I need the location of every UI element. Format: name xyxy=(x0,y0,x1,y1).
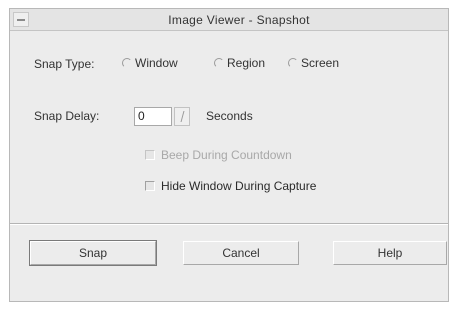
snap-delay-unit: Seconds xyxy=(206,109,253,123)
beep-during-countdown-checkbox[interactable]: Beep During Countdown xyxy=(145,148,292,162)
radio-button-icon xyxy=(214,58,224,68)
snap-button[interactable]: Snap xyxy=(29,240,157,266)
window-menu-icon xyxy=(17,19,25,21)
radio-button-icon xyxy=(122,58,132,68)
radio-region-label: Region xyxy=(227,56,266,70)
radio-screen[interactable]: Screen xyxy=(288,56,339,70)
snap-type-label: Snap Type: xyxy=(34,57,95,71)
cancel-button[interactable]: Cancel xyxy=(183,241,299,265)
beep-during-countdown-label: Beep During Countdown xyxy=(161,148,292,162)
snap-delay-spinner[interactable] xyxy=(174,107,190,126)
button-separator xyxy=(10,223,448,225)
title-bar[interactable]: Image Viewer - Snapshot xyxy=(10,9,448,31)
radio-screen-label: Screen xyxy=(301,56,340,70)
hide-window-during-capture-label: Hide Window During Capture xyxy=(161,179,317,193)
hide-window-during-capture-checkbox[interactable]: Hide Window During Capture xyxy=(145,179,316,193)
window-menu-button[interactable] xyxy=(13,12,29,27)
help-button[interactable]: Help xyxy=(333,241,447,265)
snap-delay-label: Snap Delay: xyxy=(34,109,100,123)
radio-window-label: Window xyxy=(135,56,178,70)
radio-button-icon xyxy=(288,58,298,68)
snapshot-dialog: Image Viewer - Snapshot Snap Type: Windo… xyxy=(9,8,449,302)
window-title: Image Viewer - Snapshot xyxy=(168,13,310,27)
radio-region[interactable]: Region xyxy=(214,56,265,70)
spinner-arrow-icon xyxy=(180,111,185,122)
snap-delay-input[interactable]: 0 xyxy=(134,107,172,126)
checkbox-icon xyxy=(145,150,155,160)
radio-window[interactable]: Window xyxy=(122,56,178,70)
checkbox-icon xyxy=(145,181,155,191)
